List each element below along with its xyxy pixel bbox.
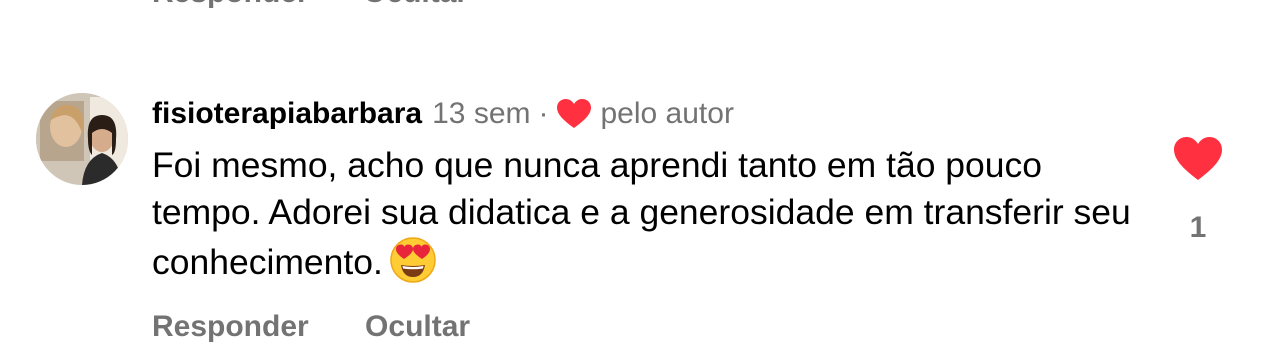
avatar[interactable]: [36, 93, 128, 185]
heart-icon: [556, 99, 591, 128]
comment: fisioterapiabarbara 13 sem · pelo autor …: [152, 94, 1152, 286]
comment-text: Foi mesmo, acho que nunca aprendi tanto …: [152, 142, 1152, 286]
comment-body: Foi mesmo, acho que nunca aprendi tanto …: [152, 145, 1131, 282]
comment-meta: fisioterapiabarbara 13 sem · pelo autor: [152, 94, 1152, 134]
meta-separator: ·: [538, 97, 549, 130]
previous-reply-button[interactable]: Responder: [152, 0, 309, 9]
comment-username[interactable]: fisioterapiabarbara: [152, 97, 422, 131]
previous-hide-button[interactable]: Ocultar: [363, 0, 468, 9]
comment-actions: Responder Ocultar: [152, 310, 470, 344]
comment-time: 13 sem: [432, 97, 531, 130]
hide-button[interactable]: Ocultar: [365, 310, 470, 343]
liked-by-author-label: pelo autor: [600, 97, 734, 130]
like-count: 1: [1189, 211, 1207, 244]
reply-button[interactable]: Responder: [152, 310, 309, 343]
avatar-photo: [36, 93, 128, 185]
previous-comment-actions: Responder Ocultar: [152, 0, 514, 10]
heart-filled-icon[interactable]: [1174, 137, 1222, 181]
heart-eyes-emoji-icon: [390, 237, 436, 283]
